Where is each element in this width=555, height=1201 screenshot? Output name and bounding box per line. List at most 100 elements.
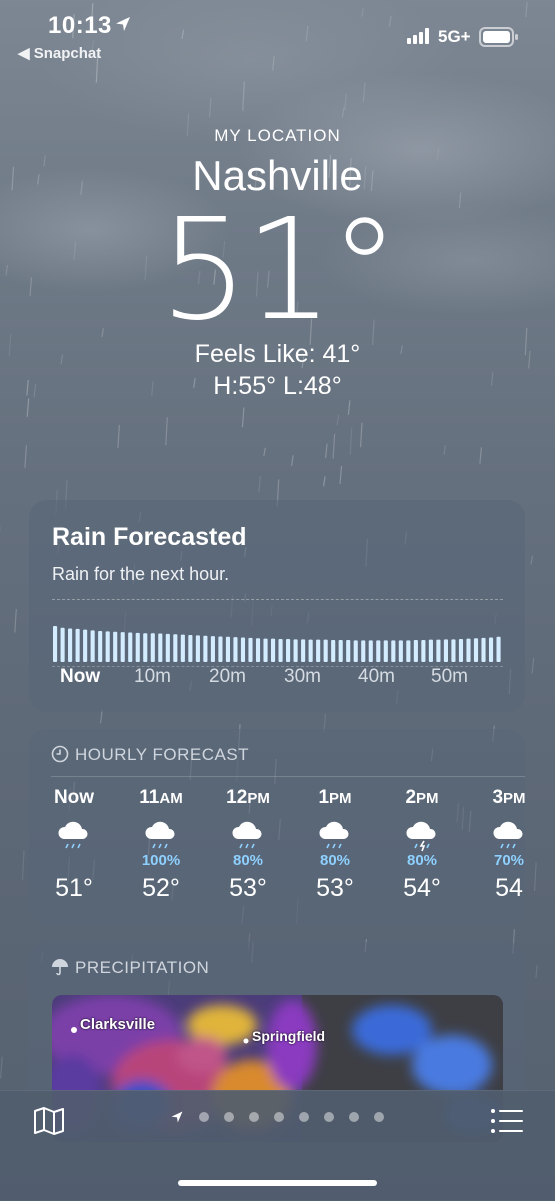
hourly-forecast-card[interactable]: HOURLY FORECAST Now51°11AM100%52°12PM80%… — [29, 729, 525, 926]
page-dot — [374, 1112, 384, 1122]
rain-streak — [101, 710, 103, 723]
hourly-item: 3PM70%54 — [472, 784, 546, 903]
rain-bar — [106, 631, 110, 662]
time-axis: Now 10m 20m 30m 40m 50m — [52, 666, 512, 696]
rain-bar — [166, 634, 170, 662]
rain-streak — [480, 447, 482, 463]
rain-bar — [286, 639, 290, 662]
rain-bar — [451, 639, 455, 662]
precip-chance: 80% — [211, 852, 285, 870]
rain-streak — [1, 1057, 2, 1079]
rain-bar — [436, 640, 440, 662]
tick-label: 10m — [134, 666, 171, 688]
rain-streak — [166, 417, 168, 445]
high-low: H:55° L:48° — [0, 372, 555, 401]
rain-bar — [98, 631, 102, 662]
precipitation-header-label: PRECIPITATION — [75, 958, 209, 977]
location-arrow-icon — [114, 15, 132, 33]
tick-label: 50m — [431, 666, 468, 688]
rain-bar — [128, 632, 132, 662]
hour-temp: 52° — [124, 874, 198, 903]
cloud-rain-icon — [56, 814, 92, 852]
map-place-label: Springfield — [252, 1028, 325, 1044]
hour-temp: 51° — [37, 874, 111, 903]
list-icon[interactable] — [490, 1108, 524, 1134]
rain-bar — [203, 636, 207, 662]
rain-bar — [339, 640, 343, 662]
rain-bar — [61, 628, 65, 662]
rain-streak — [326, 444, 328, 458]
cloud-rain-icon — [143, 814, 179, 852]
rain-streak — [345, 93, 347, 110]
clock-icon — [51, 745, 69, 763]
divider — [52, 599, 503, 600]
rain-streak — [350, 428, 352, 455]
rain-streak — [23, 850, 25, 880]
cloud-rain-icon — [491, 814, 527, 852]
rain-streak — [531, 556, 533, 565]
rain-bar — [466, 639, 470, 662]
rain-bar — [489, 638, 493, 662]
rain-bar — [233, 637, 237, 662]
rain-bar — [361, 640, 365, 662]
map-icon[interactable] — [33, 1106, 65, 1136]
rain-streak — [210, 98, 212, 117]
rain-bar — [113, 632, 117, 662]
hour-temp: 53° — [211, 874, 285, 903]
rain-bar — [384, 640, 388, 662]
hourly-item: Now 51° — [37, 784, 111, 903]
rain-streak — [27, 399, 29, 417]
hour-label: 3PM — [472, 784, 546, 812]
page-dot — [274, 1112, 284, 1122]
rain-bar — [279, 639, 283, 662]
rain-bar — [143, 633, 147, 662]
rain-bar — [263, 639, 267, 662]
rain-streak — [340, 466, 342, 484]
precipitation-header: PRECIPITATION — [51, 958, 209, 978]
rain-bar — [346, 640, 350, 662]
rain-bar — [294, 639, 298, 662]
rain-bar — [53, 626, 57, 662]
clock: 10:13 — [48, 12, 112, 40]
battery-icon — [479, 27, 519, 47]
rain-card-subtitle: Rain for the next hour. — [52, 564, 229, 585]
rain-bar — [414, 640, 418, 662]
rain-bar — [121, 632, 125, 662]
feels-like: Feels Like: 41° — [0, 340, 555, 369]
hourly-item: 11AM100%52° — [124, 784, 198, 903]
rain-streak — [25, 445, 27, 468]
rain-bar — [369, 640, 373, 662]
hour-label: Now — [37, 784, 111, 812]
rain-bar — [324, 640, 328, 662]
rain-bar — [271, 639, 275, 662]
rain-bar — [309, 640, 313, 662]
hour-label: 11AM — [124, 784, 198, 812]
tick-label: Now — [60, 666, 100, 688]
tick-label: 30m — [284, 666, 321, 688]
rain-streak — [536, 965, 538, 978]
rain-streak — [292, 455, 294, 466]
rain-streak — [348, 400, 350, 415]
rain-bar — [429, 640, 433, 662]
rain-card-title: Rain Forecasted — [52, 523, 247, 552]
rain-bar — [474, 638, 478, 662]
home-indicator[interactable] — [178, 1180, 377, 1186]
hourly-item: 12PM 80% 53° — [211, 784, 285, 903]
hour-label: 2PM — [385, 784, 459, 812]
rain-forecast-card[interactable]: Rain Forecasted Rain for the next hour. … — [29, 500, 525, 712]
page-dot — [299, 1112, 309, 1122]
page-dot — [349, 1112, 359, 1122]
page-dot — [224, 1112, 234, 1122]
rain-bar — [151, 633, 155, 662]
rain-bar — [188, 635, 192, 662]
rain-bar — [181, 635, 185, 662]
map-place-label: Clarksville — [80, 1016, 155, 1033]
rain-bar — [91, 630, 95, 662]
rain-intensity-chart — [53, 626, 504, 662]
rain-streak — [342, 107, 344, 117]
hour-label: 12PM — [211, 784, 285, 812]
tick-label: 40m — [358, 666, 395, 688]
rain-streak — [259, 476, 261, 492]
location-label: MY LOCATION — [0, 126, 555, 146]
back-to-app-link[interactable]: ◀ Snapchat — [18, 44, 101, 62]
